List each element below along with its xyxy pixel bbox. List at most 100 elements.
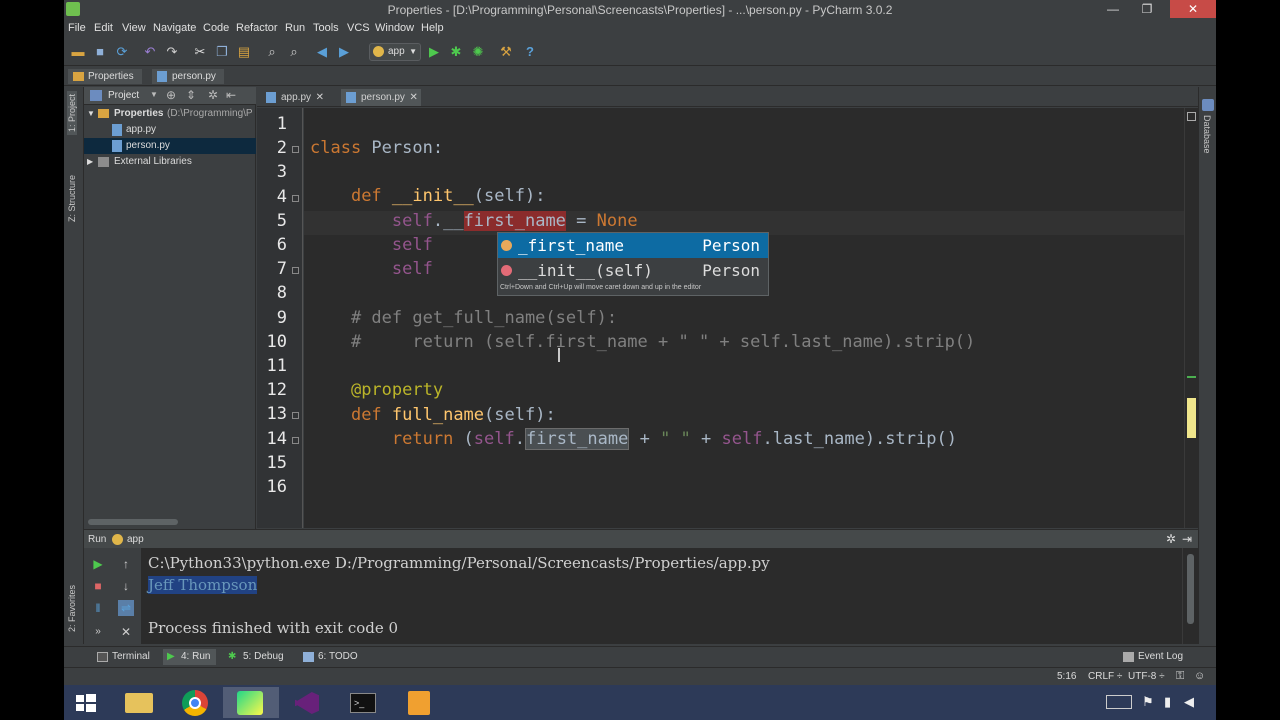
maximize-button[interactable]: ❐ [1134,0,1160,18]
debug-icon[interactable]: ✱ [448,44,464,60]
notes-app-icon[interactable] [391,687,447,718]
settings-icon[interactable]: ⚒ [498,44,514,60]
close-tab-icon[interactable]: ✕ [316,89,324,106]
menu-code[interactable]: Code [203,22,229,34]
keyboard-icon[interactable] [1106,695,1132,709]
completion-item-first-name[interactable]: _first_name Person [498,233,768,258]
hide-panel-icon[interactable]: ⇤ [226,88,236,102]
tab-event-log[interactable]: Event Log [1120,649,1189,665]
tab-person-py[interactable]: person.py ✕ [341,89,421,106]
undo-icon[interactable]: ↶ [142,44,158,60]
replace-icon[interactable]: ⌕ [286,44,302,60]
tool-structure[interactable]: Z: Structure [67,175,77,222]
soft-wrap-icon[interactable]: ⇌ [118,600,134,616]
code-editor[interactable]: class Person: def __init__(self): self._… [304,108,1184,528]
help-icon[interactable]: ? [522,44,538,60]
lock-icon[interactable]: ⚿ [1176,670,1184,683]
tree-item-external-libraries[interactable]: ▶ External Libraries [84,154,256,170]
menu-view[interactable]: View [122,22,146,34]
tab-debug[interactable]: ✱ 5: Debug [225,649,290,665]
coverage-icon[interactable]: ✺ [470,44,486,60]
breadcrumb-file[interactable]: person.py [152,69,224,84]
tool-favorites[interactable]: 2: Favorites [67,585,77,632]
paste-icon[interactable]: ▤ [236,44,252,60]
python-icon [112,534,123,545]
fold-marker-icon[interactable] [292,194,299,202]
menu-help[interactable]: Help [421,22,444,34]
tab-app-py[interactable]: app.py ✕ [261,89,327,106]
back-icon[interactable]: ◀ [314,44,330,60]
fold-marker-icon[interactable] [292,146,299,154]
forward-icon[interactable]: ▶ [336,44,352,60]
visual-studio-icon[interactable] [279,687,335,718]
tree-item-project-root[interactable]: ▼ Properties (D:\Programming\P [84,106,256,122]
sync-icon[interactable]: ⟳ [114,44,130,60]
close-tab-icon[interactable]: ✕ [410,89,418,106]
volume-icon[interactable]: ◀ [1184,694,1194,710]
chevron-down-icon[interactable]: ▼ [150,90,158,99]
command-prompt-icon[interactable]: >_ [335,687,391,718]
comment: # return (self.first_name + " " + self.l… [350,332,976,352]
run-config-selector[interactable]: app ▼ [369,43,421,61]
minimize-button[interactable]: — [1100,0,1126,18]
tool-database[interactable]: Database [1202,115,1212,154]
run-icon[interactable]: ▶ [426,44,442,60]
tab-todo[interactable]: 6: TODO [300,649,364,665]
battery-icon[interactable]: ▮ [1164,694,1171,710]
copy-icon[interactable]: ❐ [214,44,230,60]
menu-window[interactable]: Window [375,22,414,34]
inspector-icon[interactable]: ☺ [1194,670,1205,682]
cut-icon[interactable]: ✂ [192,44,208,60]
file-encoding[interactable]: UTF-8 ÷ [1128,671,1165,682]
project-panel-title[interactable]: Project [108,90,139,101]
close-button[interactable]: ✕ [1170,0,1216,18]
redo-icon[interactable]: ↷ [164,44,180,60]
fold-marker-icon[interactable] [292,267,299,275]
scroll-down-icon[interactable]: ↓ [118,578,134,594]
fold-marker-icon[interactable] [292,412,299,420]
console-scrollbar[interactable] [1182,548,1198,644]
line-separator[interactable]: CRLF ÷ [1088,671,1122,682]
menu-navigate[interactable]: Navigate [153,22,196,34]
gear-icon[interactable]: ✲ [208,88,218,102]
tab-run[interactable]: ▶ 4: Run [163,649,217,665]
menu-run[interactable]: Run [285,22,305,34]
find-icon[interactable]: ⌕ [264,44,280,60]
save-icon[interactable]: ■ [92,44,108,60]
scrollbar-thumb[interactable] [1187,554,1194,624]
caret-position[interactable]: 5:16 [1057,671,1076,682]
sync-target-icon[interactable]: ⊕ [166,88,176,102]
stop-icon[interactable]: ■ [90,578,106,594]
pycharm-taskbar-icon[interactable] [223,687,279,718]
scroll-up-icon[interactable]: ↑ [118,556,134,572]
editor-error-stripe[interactable] [1184,108,1198,528]
open-folder-icon[interactable]: ▬ [70,44,86,60]
breadcrumb-project[interactable]: Properties [68,69,142,84]
fold-marker-icon[interactable] [292,436,299,444]
chrome-icon[interactable] [167,687,223,718]
close-icon[interactable]: ✕ [118,624,134,640]
pause-icon[interactable]: ‖ [90,600,106,616]
file-explorer-icon[interactable] [111,687,167,718]
menu-edit[interactable]: Edit [94,22,113,34]
run-console[interactable]: C:\Python33\python.exe D:/Programming/Pe… [142,548,1182,644]
menu-tools[interactable]: Tools [313,22,339,34]
run-config-name[interactable]: app [127,530,144,549]
menu-vcs[interactable]: VCS [347,22,370,34]
tool-project[interactable]: 1: Project [67,90,77,135]
gear-icon[interactable]: ✲ [1166,530,1176,549]
flag-icon[interactable]: ⚑ [1142,694,1154,710]
menu-file[interactable]: File [68,22,86,34]
more-icon[interactable]: » [90,624,106,640]
rerun-icon[interactable]: ▶ [90,556,106,572]
tree-item-app-py[interactable]: app.py [84,122,256,138]
tab-terminal[interactable]: Terminal [94,649,156,665]
hide-panel-icon[interactable]: ⇥ [1182,530,1192,549]
completion-item-init[interactable]: __init__(self) Person [498,258,768,283]
menu-refactor[interactable]: Refactor [236,22,278,34]
change-marker [1187,376,1196,378]
tree-item-person-py[interactable]: person.py [84,138,256,154]
horizontal-scrollbar[interactable] [88,519,178,525]
collapse-icon[interactable]: ⇕ [186,88,196,102]
right-tool-strip: Database [1198,87,1216,644]
